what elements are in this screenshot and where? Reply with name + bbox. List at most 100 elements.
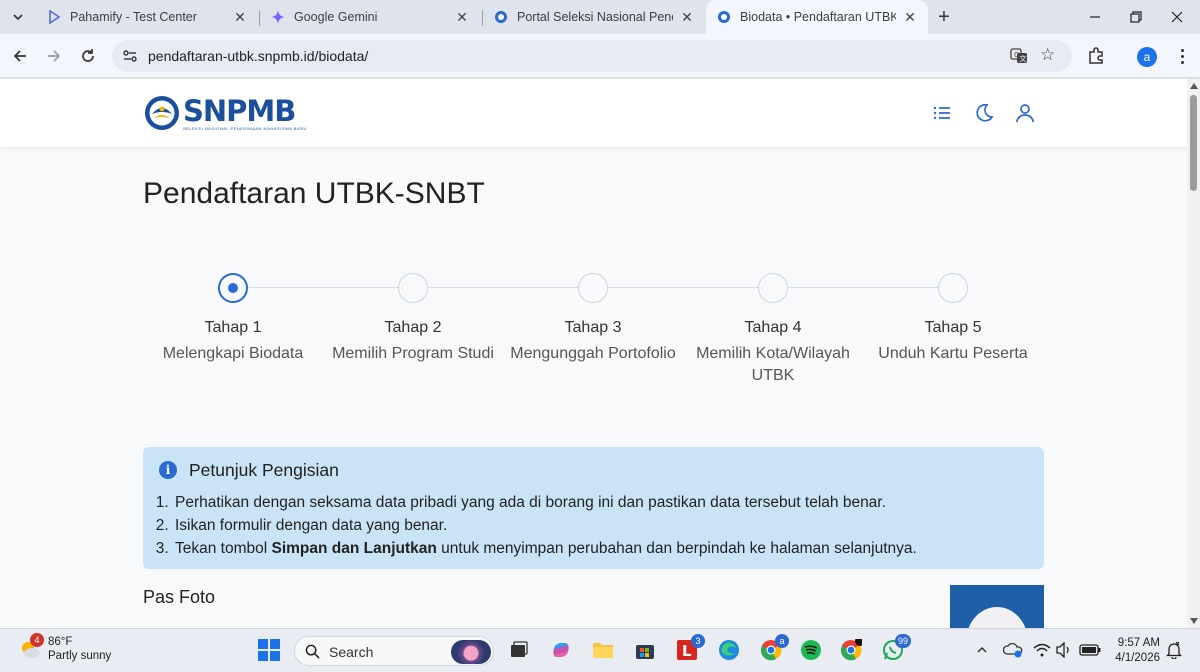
step-2[interactable]: Tahap 2 Memilih Program Studi	[318, 273, 508, 365]
arrow-right-icon	[48, 50, 61, 62]
dark-mode-moon-icon[interactable]	[973, 102, 995, 124]
new-tab-button[interactable]: +	[932, 5, 956, 29]
tab-biodata[interactable]: Biodata • Pendaftaran UTBK-SN ✕	[706, 0, 928, 34]
close-tab-icon[interactable]: ✕	[232, 9, 248, 25]
tab-pahamify[interactable]: Pahamify - Test Center ✕	[36, 0, 258, 34]
forward-button[interactable]	[40, 42, 68, 70]
taskbar-clock[interactable]: 9:57 AM 4/1/2026	[1108, 636, 1160, 666]
browser-toolbar: pendaftaran-utbk.snpmb.id/biodata/ G文 ☆ …	[0, 34, 1200, 78]
page-scrollbar[interactable]	[1187, 79, 1200, 628]
volume-tray[interactable]	[1054, 637, 1074, 663]
close-tab-icon[interactable]: ✕	[679, 9, 695, 25]
search-icon	[305, 644, 320, 659]
close-tab-icon[interactable]: ✕	[454, 9, 470, 25]
spotify-app[interactable]	[798, 637, 824, 663]
user-account-icon[interactable]	[1014, 102, 1036, 124]
site-info-icon[interactable]	[120, 46, 140, 66]
scroll-down-icon[interactable]	[1190, 618, 1198, 624]
whatsapp-badge: 99	[894, 634, 911, 648]
close-window-button[interactable]	[1158, 0, 1196, 34]
svg-text:L: L	[682, 642, 692, 660]
minimize-icon	[1090, 16, 1100, 18]
pahamify-icon	[46, 9, 62, 25]
reload-icon	[82, 49, 94, 62]
address-bar[interactable]: pendaftaran-utbk.snpmb.id/biodata/ G文 ☆	[112, 40, 1072, 72]
logo-subtext: SELEKSI NASIONAL PENERIMAAN MAHASISWA BA…	[183, 125, 307, 131]
profile-photo	[950, 585, 1044, 628]
step-indicator	[758, 273, 788, 303]
whatsapp-app[interactable]: 99	[880, 634, 911, 663]
list-menu-icon[interactable]	[931, 102, 953, 124]
scroll-thumb[interactable]	[1190, 95, 1197, 191]
weather-desc: Partly sunny	[48, 650, 112, 662]
microsoft-store-app[interactable]	[632, 637, 658, 663]
file-explorer-app[interactable]	[590, 637, 616, 663]
battery-tray[interactable]	[1078, 637, 1102, 663]
close-tab-icon[interactable]: ✕	[902, 9, 918, 25]
tab-title: Pahamify - Test Center	[70, 10, 197, 24]
translate-icon[interactable]: G文	[1010, 47, 1028, 65]
notification-bell-icon	[1166, 641, 1182, 659]
step-1[interactable]: Tahap 1 Melengkapi Biodata	[138, 273, 328, 365]
step-label: Tahap 1	[204, 319, 262, 336]
tab-search-button[interactable]	[6, 5, 30, 29]
page-viewport: SNPMB SELEKSI NASIONAL PENERIMAAN MAHASI…	[0, 79, 1187, 628]
l-app[interactable]: L 3	[674, 634, 705, 663]
profile-avatar[interactable]: a	[1137, 47, 1157, 67]
task-view-button[interactable]	[506, 637, 532, 663]
minimize-button[interactable]	[1076, 0, 1114, 34]
l-app-badge: 3	[691, 634, 705, 648]
tab-title: Biodata • Pendaftaran UTBK-SN	[740, 10, 896, 24]
close-icon	[1171, 11, 1183, 23]
weather-widget[interactable]: 4 86°F Partly sunny	[18, 633, 112, 663]
chrome-profile-app[interactable]	[838, 637, 864, 663]
spotify-icon	[801, 640, 821, 660]
scroll-up-icon[interactable]	[1190, 83, 1198, 89]
tab-gemini[interactable]: Google Gemini ✕	[260, 0, 480, 34]
step-indicator	[938, 273, 968, 303]
tab-title: Portal Seleksi Nasional Penerim	[517, 10, 673, 24]
taskbar-search[interactable]: Search	[294, 636, 494, 666]
step-3[interactable]: Tahap 3 Mengunggah Portofolio	[498, 273, 688, 365]
step-4[interactable]: Tahap 4 Memilih Kota/Wilayah UTBK	[678, 273, 868, 387]
logo-wordmark: SNPMB	[183, 93, 296, 128]
show-hidden-icons-button[interactable]	[972, 637, 992, 663]
wifi-tray[interactable]	[1032, 637, 1052, 663]
copilot-icon	[553, 643, 569, 657]
speaker-icon	[1056, 642, 1069, 658]
step-description: Melengkapi Biodata	[162, 345, 304, 362]
step-indicator	[578, 273, 608, 303]
task-view-icon	[511, 641, 528, 657]
snpmb-emblem-icon	[145, 96, 179, 130]
step-indicator	[398, 273, 428, 303]
edge-app[interactable]	[716, 637, 742, 663]
browser-menu-icon[interactable]	[1172, 46, 1192, 66]
instructions-title: Petunjuk Pengisian	[189, 459, 339, 480]
extensions-puzzle-icon[interactable]	[1086, 46, 1106, 66]
step-label: Tahap 2	[384, 319, 442, 336]
clock-date: 4/1/2026	[1115, 652, 1160, 664]
restore-button[interactable]	[1117, 0, 1155, 34]
step-label: Tahap 3	[564, 319, 622, 336]
plus-icon: +	[938, 5, 950, 28]
start-button[interactable]	[256, 637, 282, 663]
snpmb-icon	[716, 9, 732, 25]
snpmb-logo[interactable]: SNPMB SELEKSI NASIONAL PENERIMAAN MAHASI…	[143, 93, 307, 133]
step-description: Unduh Kartu Peserta	[878, 345, 1028, 362]
pas-foto-label: Pas Foto	[143, 587, 216, 607]
copilot-app[interactable]	[548, 637, 574, 663]
step-5[interactable]: Tahap 5 Unduh Kartu Peserta	[858, 273, 1048, 365]
bookmark-star-icon[interactable]: ☆	[1040, 46, 1058, 64]
notifications-tray[interactable]	[1164, 637, 1184, 663]
info-icon: i	[159, 461, 177, 479]
step-label: Tahap 5	[924, 319, 982, 336]
wifi-icon	[1033, 643, 1051, 657]
reload-button[interactable]	[74, 42, 102, 70]
weather-badge: 4	[30, 633, 44, 647]
back-button[interactable]	[6, 42, 34, 70]
chrome-app[interactable]: a	[758, 634, 789, 663]
cloud-sync-icon	[1003, 642, 1023, 658]
url-text: pendaftaran-utbk.snpmb.id/biodata/	[148, 48, 369, 64]
tab-portal-seleksi[interactable]: Portal Seleksi Nasional Penerim ✕	[483, 0, 705, 34]
onedrive-tray[interactable]	[1002, 637, 1024, 663]
